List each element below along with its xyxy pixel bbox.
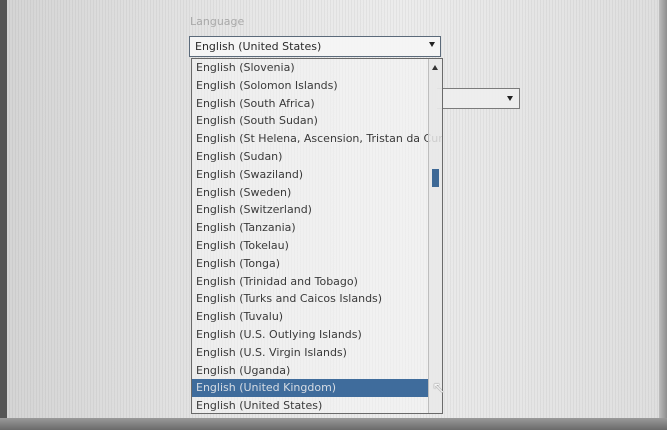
monitor-bezel-left: [0, 0, 7, 430]
dropdown-item[interactable]: English (Tonga): [192, 255, 428, 273]
language-select-value: English (United States): [195, 40, 322, 53]
language-dropdown-list[interactable]: English (Slovenia) English (Solomon Islan…: [191, 58, 443, 414]
dropdown-items: English (Slovenia) English (Solomon Islan…: [192, 59, 442, 413]
language-label: Language: [190, 15, 245, 28]
dropdown-item[interactable]: English (Sudan): [192, 148, 428, 166]
dropdown-item[interactable]: English (Tokelau): [192, 237, 428, 255]
scroll-up-arrow-icon[interactable]: [432, 65, 438, 70]
dropdown-item[interactable]: English (Swaziland): [192, 166, 428, 184]
language-select[interactable]: English (United States): [189, 36, 441, 57]
dropdown-arrow-icon[interactable]: [507, 96, 513, 101]
dropdown-item[interactable]: English (Sweden): [192, 184, 428, 202]
dropdown-scrollbar[interactable]: [428, 59, 442, 413]
scrollbar-thumb[interactable]: [432, 169, 439, 187]
dropdown-item[interactable]: English (Tuvalu): [192, 308, 428, 326]
dropdown-item[interactable]: English (United States): [192, 397, 428, 413]
dropdown-item[interactable]: English (Switzerland): [192, 201, 428, 219]
dropdown-item[interactable]: English (United Kingdom): [192, 379, 428, 398]
dropdown-item[interactable]: English (Solomon Islands): [192, 77, 428, 95]
dropdown-item[interactable]: English (U.S. Outlying Islands): [192, 326, 428, 344]
monitor-bezel-right: [659, 0, 667, 430]
dropdown-item[interactable]: English (Turks and Caicos Islands): [192, 290, 428, 308]
mouse-cursor-icon: ↖: [432, 378, 446, 397]
dropdown-item[interactable]: English (Slovenia): [192, 59, 428, 77]
monitor-bezel-bottom: [0, 418, 667, 430]
secondary-select[interactable]: [437, 88, 520, 109]
dropdown-item[interactable]: English (U.S. Virgin Islands): [192, 344, 428, 362]
dropdown-item[interactable]: English (South Africa): [192, 95, 428, 113]
dropdown-item[interactable]: English (Uganda): [192, 362, 428, 380]
dropdown-item[interactable]: English (Trinidad and Tobago): [192, 273, 428, 291]
dropdown-arrow-icon[interactable]: [429, 42, 435, 47]
dropdown-item[interactable]: English (South Sudan): [192, 112, 428, 130]
dropdown-item[interactable]: English (Tanzania): [192, 219, 428, 237]
dropdown-item[interactable]: English (St Helena, Ascension, Tristan d…: [192, 130, 442, 148]
